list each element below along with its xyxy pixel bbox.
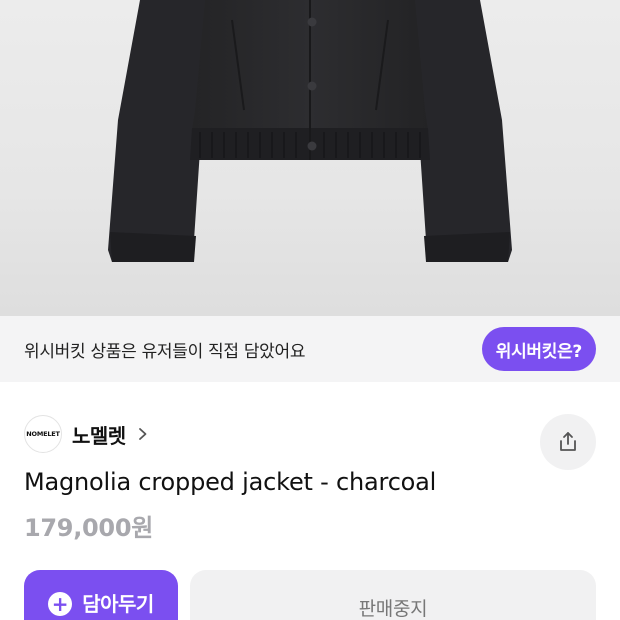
share-button[interactable]: [540, 414, 596, 470]
brand-name: 노멜렛: [72, 423, 126, 448]
banner-text: 위시버킷 상품은 유저들이 직접 담았어요: [24, 341, 306, 362]
jacket-photo: [108, 0, 512, 262]
brand-link[interactable]: NOMELET 노멜렛: [24, 414, 150, 454]
wishbucket-info-button[interactable]: 위시버킷은?: [481, 327, 596, 371]
product-image[interactable]: [0, 0, 620, 316]
brand-logo: NOMELET: [24, 415, 62, 453]
add-to-wishlist-button[interactable]: + 담아두기: [24, 570, 178, 620]
add-to-wishlist-label: 담아두기: [82, 592, 154, 616]
share-icon: [560, 432, 576, 451]
wishbucket-banner: 위시버킷 상품은 유저들이 직접 담았어요 위시버킷은?: [0, 316, 620, 382]
plus-icon: +: [48, 592, 73, 616]
chevron-right-icon: [138, 428, 147, 440]
product-title: Magnolia cropped jacket - charcoal: [24, 468, 437, 496]
product-price: 179,000원: [24, 514, 153, 542]
sale-stopped-button[interactable]: 판매중지: [190, 570, 596, 620]
